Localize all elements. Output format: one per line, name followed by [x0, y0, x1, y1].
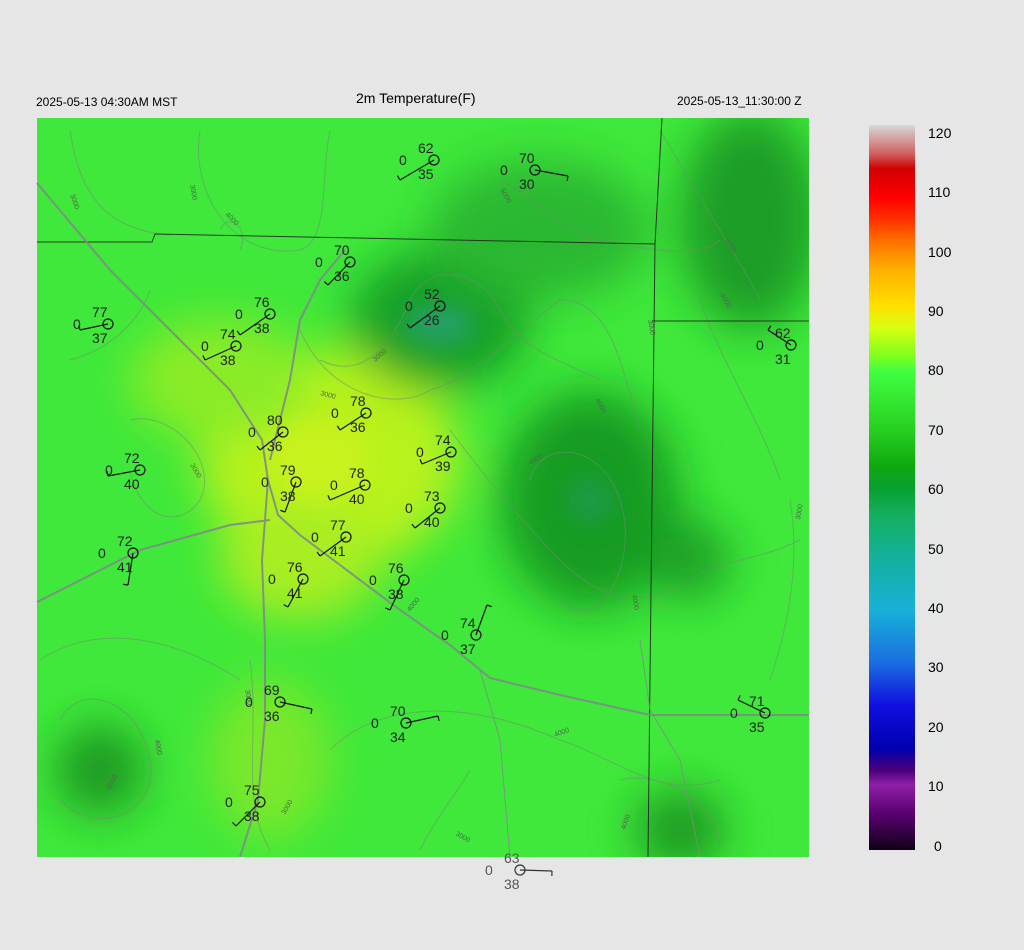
station-dewpoint: 35	[418, 166, 434, 182]
station-dewpoint: 37	[460, 641, 476, 657]
station-temperature: 72	[124, 450, 140, 466]
station-temperature: 80	[267, 412, 283, 428]
station-temperature: 76	[254, 294, 270, 310]
station-dewpoint: 40	[349, 491, 365, 507]
station-zero: 0	[315, 254, 323, 270]
colorbar	[869, 125, 915, 850]
station-temperature: 78	[350, 393, 366, 409]
station-dewpoint: 36	[334, 268, 350, 284]
colorbar-label: 10	[928, 778, 944, 794]
station-temperature: 70	[519, 150, 535, 166]
station-dewpoint: 41	[330, 543, 346, 559]
station-zero: 0	[369, 572, 377, 588]
station-zero: 0	[73, 316, 81, 332]
station-temperature: 74	[435, 432, 451, 448]
colorbar-label: 50	[928, 541, 944, 557]
station-zero: 0	[330, 477, 338, 493]
station-dewpoint: 34	[390, 729, 406, 745]
colorbar-label: 0	[934, 838, 942, 854]
station-dewpoint: 36	[350, 419, 366, 435]
station-dewpoint: 26	[424, 312, 440, 328]
station-temperature: 75	[244, 782, 260, 798]
colorbar-label: 110	[928, 184, 951, 200]
colorbar-label: 40	[928, 600, 944, 616]
colorbar-label: 70	[928, 422, 944, 438]
station-temperature: 76	[287, 559, 303, 575]
colorbar-label: 100	[928, 244, 952, 260]
station-dewpoint: 39	[435, 458, 451, 474]
station-dewpoint: 35	[749, 719, 765, 735]
station-dewpoint: 38	[388, 586, 404, 602]
station-zero: 0	[405, 298, 413, 314]
station-zero: 0	[245, 694, 253, 710]
station-zero: 0	[331, 405, 339, 421]
station-temperature: 79	[280, 462, 296, 478]
station-zero: 0	[248, 424, 256, 440]
station-zero: 0	[105, 462, 113, 478]
station-temperature: 72	[117, 533, 133, 549]
station-temperature: 74	[220, 326, 236, 342]
station-zero: 0	[311, 529, 319, 545]
station-zero: 0	[235, 306, 243, 322]
station-zero: 0	[756, 337, 764, 353]
station-dewpoint: 38	[254, 320, 270, 336]
station-zero: 0	[201, 338, 209, 354]
station-dewpoint: 40	[124, 476, 140, 492]
station-temperature: 70	[390, 703, 406, 719]
station-temperature: 52	[424, 286, 440, 302]
station-zero: 0	[485, 862, 493, 878]
station-temperature: 77	[330, 517, 346, 533]
colorbar-label: 20	[928, 719, 944, 735]
temperature-map-canvas: 3000300040004000300030004000400030003000…	[36, 117, 915, 892]
station-temperature: 77	[92, 304, 108, 320]
station-dewpoint: 41	[287, 585, 303, 601]
wind-barb-flag	[122, 583, 129, 586]
station-dewpoint: 36	[264, 708, 280, 724]
station-dewpoint: 41	[117, 559, 133, 575]
station-temperature: 70	[334, 242, 350, 258]
station-dewpoint: 38	[244, 808, 260, 824]
station-dewpoint: 36	[267, 438, 283, 454]
station-zero: 0	[399, 152, 407, 168]
station-zero: 0	[730, 705, 738, 721]
station-zero: 0	[98, 545, 106, 561]
station-dewpoint: 38	[280, 488, 296, 504]
station-dewpoint: 38	[504, 876, 520, 892]
station-zero: 0	[416, 444, 424, 460]
colorbar-label: 80	[928, 362, 944, 378]
station-temperature: 73	[424, 488, 440, 504]
station-zero: 0	[225, 794, 233, 810]
colorbar-label: 30	[928, 659, 944, 675]
colorbar-label: 120	[928, 125, 952, 141]
station-dewpoint: 30	[519, 176, 535, 192]
station-zero: 0	[371, 715, 379, 731]
station-zero: 0	[268, 571, 276, 587]
station-dewpoint: 40	[424, 514, 440, 530]
station-dewpoint: 38	[220, 352, 236, 368]
station-zero: 0	[441, 627, 449, 643]
colorbar-label: 90	[928, 303, 944, 319]
station-zero: 0	[405, 500, 413, 516]
station-temperature: 62	[418, 140, 434, 156]
station-temperature: 63	[504, 850, 520, 866]
station-temperature: 76	[388, 560, 404, 576]
colorbar-label: 60	[928, 481, 944, 497]
station-dewpoint: 37	[92, 330, 108, 346]
station-temperature: 71	[749, 693, 765, 709]
station-zero: 0	[261, 474, 269, 490]
station-dewpoint: 31	[775, 351, 791, 367]
station-temperature: 62	[775, 325, 791, 341]
station-zero: 0	[500, 162, 508, 178]
station-temperature: 69	[264, 682, 280, 698]
station-temperature: 78	[349, 465, 365, 481]
station-temperature: 74	[460, 615, 476, 631]
